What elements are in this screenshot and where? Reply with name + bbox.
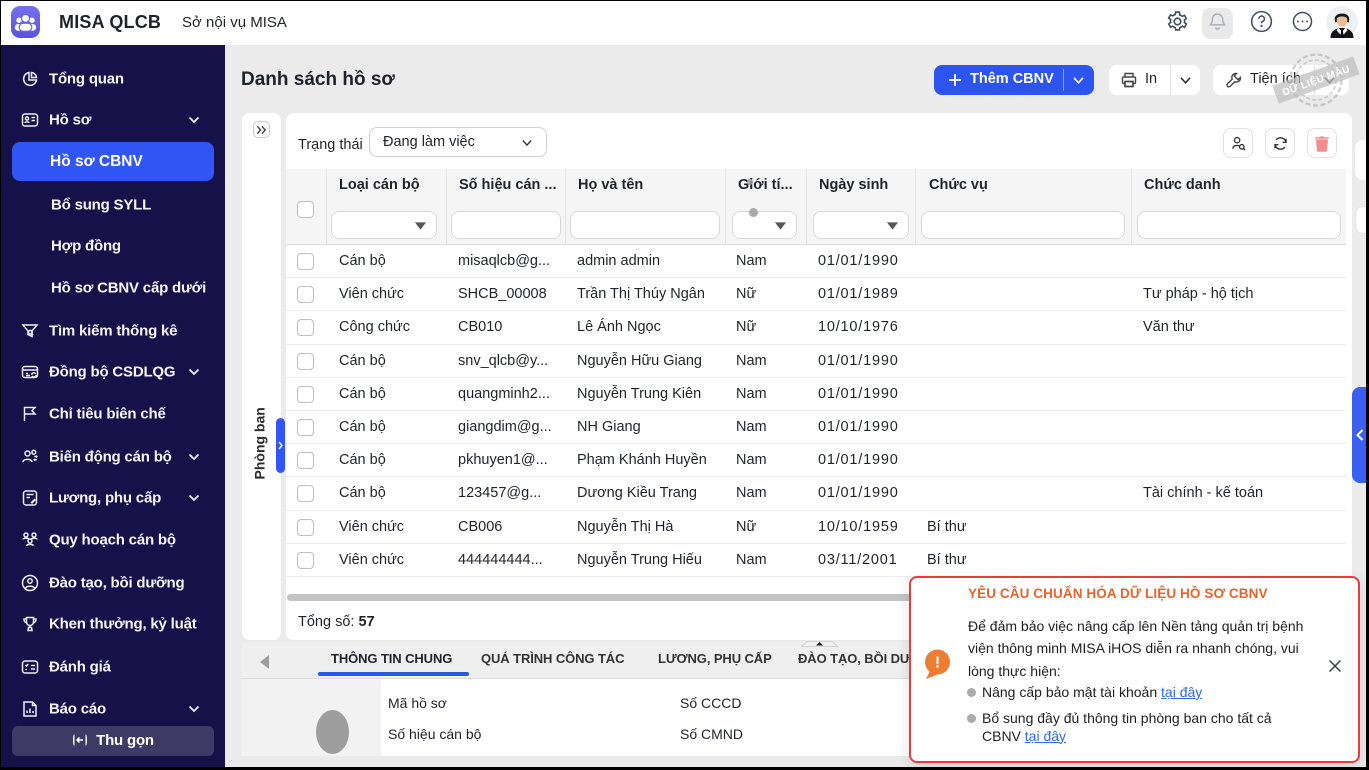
svg-text:!: ! — [935, 655, 940, 672]
